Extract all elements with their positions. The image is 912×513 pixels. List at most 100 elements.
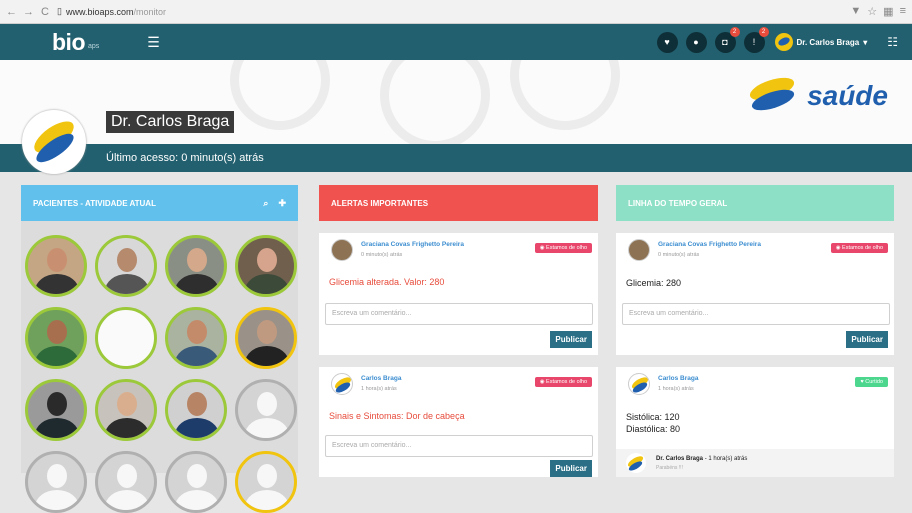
camera-badge: 2 xyxy=(729,26,740,37)
bg-decoration xyxy=(510,60,620,130)
patient-avatar[interactable] xyxy=(95,235,157,297)
url-path: /monitor xyxy=(133,6,166,17)
search-icon[interactable]: ⌕ xyxy=(263,198,268,209)
patient-avatar[interactable] xyxy=(165,379,227,441)
status-badge: ◉ Estamos de olho xyxy=(534,377,592,387)
alert-card: Carlos Braga 1 hora(s) atrás ◉ Estamos d… xyxy=(319,367,598,477)
alerts-title: ALERTAS IMPORTANTES xyxy=(331,198,429,208)
patient-avatar[interactable] xyxy=(165,235,227,297)
brand-mark-icon xyxy=(745,73,801,116)
app-logo[interactable]: bio xyxy=(52,29,86,56)
patient-grid xyxy=(21,235,298,513)
comment-input[interactable]: Escreva um comentário... xyxy=(325,303,593,325)
publish-button[interactable]: Publicar xyxy=(550,331,592,348)
publish-button[interactable]: Publicar xyxy=(550,460,592,477)
user-avatar xyxy=(774,33,793,51)
add-icon[interactable]: ✚ xyxy=(278,198,286,209)
extension-icon[interactable]: ▦ xyxy=(883,5,893,18)
timeline-message: Glicemia: 280 xyxy=(626,278,682,288)
patients-panel xyxy=(21,221,298,513)
patient-avatar[interactable] xyxy=(25,451,87,513)
patient-avatar[interactable] xyxy=(235,235,297,297)
patient-avatar[interactable] xyxy=(165,307,227,369)
patient-avatar[interactable] xyxy=(235,307,297,369)
timeline-card: Carlos Braga 1 hora(s) atrás ♥ Curtido S… xyxy=(616,367,894,477)
timeline-message: Sistólica: 120 Diastólica: 80 xyxy=(616,399,894,435)
status-badge-label: Estamos de olho xyxy=(842,245,883,251)
alert-card: Graciana Covas Frighetto Pereira 0 minut… xyxy=(319,233,598,355)
filter-icon[interactable]: ▼ xyxy=(850,5,861,18)
address-bar[interactable]: ▯ www.bioaps.com /monitor xyxy=(57,3,843,20)
card-time: 1 hora(s) atrás xyxy=(658,386,694,392)
reload-icon[interactable]: C xyxy=(40,6,50,18)
author-avatar xyxy=(628,239,650,261)
forward-icon[interactable]: → xyxy=(23,6,34,18)
card-author[interactable]: Graciana Covas Frighetto Pereira xyxy=(361,241,464,248)
profile-name: Dr. Carlos Braga xyxy=(106,111,235,133)
hamburger-icon[interactable]: ☰ xyxy=(147,34,160,51)
reply-meta: Dr. Carlos Braga - 1 hora(s) atrás xyxy=(656,456,747,462)
patient-avatar[interactable] xyxy=(235,451,297,513)
last-access-text: Último acesso: 0 minuto(s) atrás xyxy=(106,152,264,164)
comment-input[interactable]: Escreva um comentário... xyxy=(622,303,890,325)
patient-avatar[interactable] xyxy=(25,235,87,297)
card-time: 0 minuto(s) atrás xyxy=(658,252,700,258)
menu-icon[interactable]: ≡ xyxy=(900,5,906,18)
patients-header: PACIENTES - ATIVIDADE ATUAL ⌕ ✚ xyxy=(21,185,298,221)
comment-input[interactable]: Escreva um comentário... xyxy=(325,435,593,457)
camera-icon[interactable]: ◘ 2 xyxy=(714,26,740,53)
chat-icon[interactable]: ● xyxy=(685,31,707,53)
card-author[interactable]: Carlos Braga xyxy=(658,375,698,382)
patient-avatar[interactable] xyxy=(235,379,297,441)
timeline-header: LINHA DO TEMPO GERAL xyxy=(616,185,894,221)
patient-avatar[interactable] xyxy=(165,451,227,513)
alert-badge: 2 xyxy=(758,26,769,37)
patients-title: PACIENTES - ATIVIDADE ATUAL xyxy=(33,198,156,208)
bg-decoration xyxy=(230,60,330,130)
card-time: 1 hora(s) atrás xyxy=(361,386,397,392)
brand-text: saúde xyxy=(807,80,888,111)
star-icon[interactable]: ☆ xyxy=(867,5,877,18)
author-avatar xyxy=(628,373,650,395)
alerts-header: ALERTAS IMPORTANTES xyxy=(319,185,598,221)
reply-text: Parabéns !!! xyxy=(656,465,683,471)
last-access-bar: Último acesso: 0 minuto(s) atrás xyxy=(0,144,912,172)
heart-icon[interactable]: ♥ xyxy=(656,31,678,53)
liked-badge-label: Curtido xyxy=(865,379,883,385)
list-menu-icon[interactable]: ☷ xyxy=(887,35,898,49)
card-author[interactable]: Graciana Covas Frighetto Pereira xyxy=(658,241,761,248)
bg-decoration xyxy=(380,60,490,144)
card-author[interactable]: Carlos Braga xyxy=(361,375,401,382)
alert-message: Sinais e Sintomas: Dor de cabeça xyxy=(329,411,465,421)
app-logo-sub: aps xyxy=(88,42,100,50)
author-avatar xyxy=(331,373,353,395)
brand-logo: saúde xyxy=(745,73,888,116)
status-badge: ◉ Estamos de olho xyxy=(830,243,888,253)
status-badge-label: Estamos de olho xyxy=(546,245,587,251)
alert-icon[interactable]: ! 2 xyxy=(743,26,769,53)
url-domain: www.bioaps.com xyxy=(65,6,134,17)
page-icon: ▯ xyxy=(57,6,62,16)
reply-author[interactable]: Dr. Carlos Braga xyxy=(656,456,703,462)
patient-avatar[interactable] xyxy=(25,307,87,369)
reply-avatar xyxy=(626,453,646,473)
user-menu[interactable]: Dr. Carlos Braga ▾ xyxy=(774,33,868,51)
timeline-column: LINHA DO TEMPO GERAL xyxy=(616,185,894,221)
patient-avatar[interactable] xyxy=(95,307,157,369)
diastolic-value: Diastólica: 80 xyxy=(626,424,681,434)
back-icon[interactable]: ← xyxy=(6,6,17,18)
browser-toolbar: ← → C ▯ www.bioaps.com /monitor ▼ ☆ ▦ ≡ xyxy=(0,0,912,24)
publish-button[interactable]: Publicar xyxy=(846,331,888,348)
timeline-card: Graciana Covas Frighetto Pereira 0 minut… xyxy=(616,233,894,355)
patient-avatar[interactable] xyxy=(95,451,157,513)
card-time: 0 minuto(s) atrás xyxy=(361,252,403,258)
profile-avatar xyxy=(22,110,86,174)
author-avatar xyxy=(331,239,353,261)
timeline-title: LINHA DO TEMPO GERAL xyxy=(628,198,728,208)
chevron-down-icon: ▾ xyxy=(863,37,868,47)
status-badge: ◉ Estamos de olho xyxy=(534,243,592,253)
status-badge-label: Estamos de olho xyxy=(546,379,587,385)
patient-avatar[interactable] xyxy=(95,379,157,441)
reply-time: - 1 hora(s) atrás xyxy=(703,456,748,462)
patient-avatar[interactable] xyxy=(25,379,87,441)
